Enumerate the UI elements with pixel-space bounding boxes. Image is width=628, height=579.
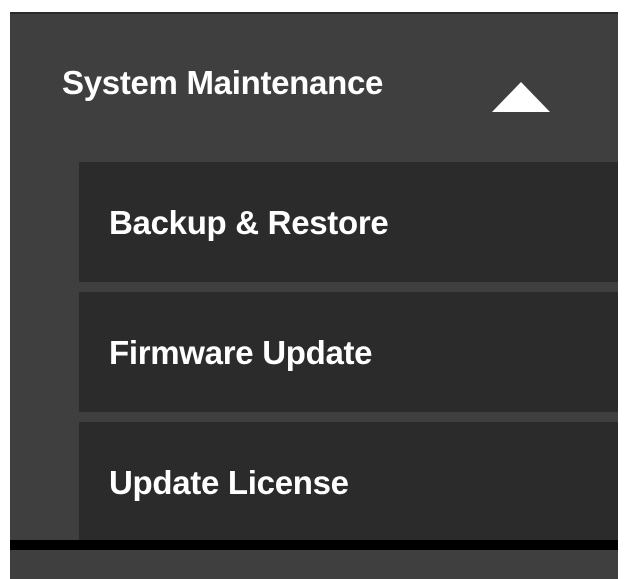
submenu-item-backup-restore[interactable]: Backup & Restore <box>79 162 618 282</box>
submenu-item-firmware-update[interactable]: Firmware Update <box>79 292 618 412</box>
submenu-item-label: Firmware Update <box>109 334 373 371</box>
submenu-item-update-license[interactable]: Update License <box>79 422 618 542</box>
section-divider <box>10 540 618 550</box>
system-maintenance-menu-toggle[interactable]: System Maintenance <box>10 14 618 162</box>
sidebar-panel: System Maintenance Backup & Restore Firm… <box>10 12 618 579</box>
next-section-strip <box>10 550 618 579</box>
submenu-item-label: Update License <box>109 464 349 501</box>
menu-section-title: System Maintenance <box>62 64 384 101</box>
chevron-up-icon[interactable] <box>492 82 550 112</box>
submenu-item-label: Backup & Restore <box>109 204 389 241</box>
